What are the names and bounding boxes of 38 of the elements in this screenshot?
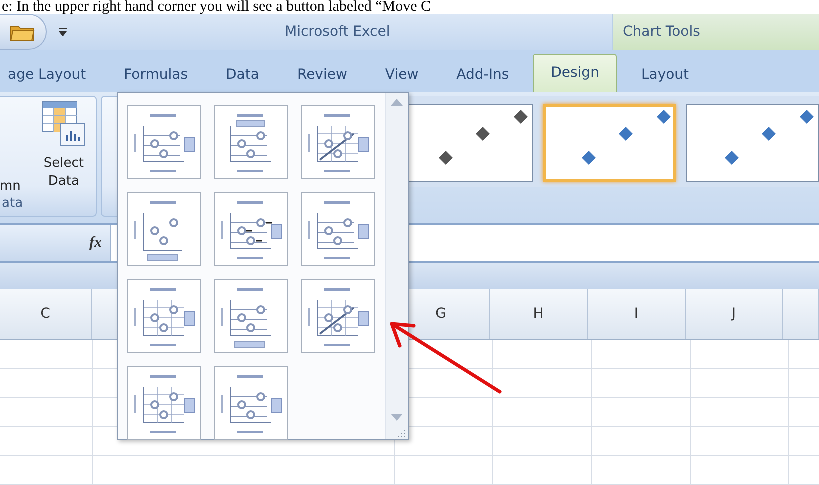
- ribbon-tab[interactable]: Data: [212, 58, 274, 92]
- cut-button-label[interactable]: mn: [0, 179, 21, 194]
- document-text: e: In the upper right hand corner you will see a button labeled “Move C: [1, 0, 432, 14]
- chart-layout-option[interactable]: [127, 192, 201, 266]
- chart-layout-option[interactable]: [214, 192, 288, 266]
- column-header[interactable]: J: [686, 289, 783, 339]
- ribbon-tab[interactable]: View: [371, 58, 433, 92]
- chart-layout-option[interactable]: [301, 192, 375, 266]
- ribbon-tab[interactable]: Add-Ins: [442, 58, 524, 92]
- ribbon-tab[interactable]: Design: [533, 54, 618, 92]
- chart-layout-option[interactable]: [301, 279, 375, 353]
- select-data-button[interactable]: Select Data: [32, 100, 95, 191]
- chart-style-option[interactable]: [686, 104, 819, 182]
- column-header[interactable]: H: [490, 289, 588, 339]
- customize-dropdown-icon[interactable]: [59, 28, 67, 36]
- ribbon-tab[interactable]: Formulas: [110, 58, 202, 92]
- chart-layout-option[interactable]: [301, 105, 375, 179]
- ribbon-tab[interactable]: Review: [283, 58, 362, 92]
- chart-layout-option[interactable]: [214, 366, 288, 440]
- chart-layout-option[interactable]: [127, 279, 201, 353]
- insert-function-button[interactable]: fx: [90, 234, 102, 252]
- context-title: Chart Tools: [623, 24, 700, 40]
- chart-layout-option[interactable]: [127, 366, 201, 440]
- office-button[interactable]: [0, 14, 47, 50]
- column-header[interactable]: I: [588, 289, 686, 339]
- group-label: ata: [1, 196, 24, 214]
- chart-layout-option[interactable]: [127, 105, 201, 179]
- chart-style-option[interactable]: [543, 104, 676, 182]
- ribbon-tab[interactable]: Layout: [627, 58, 704, 92]
- chart-layout-option[interactable]: [214, 279, 288, 353]
- chart-layout-option[interactable]: [214, 105, 288, 179]
- scroll-down-icon[interactable]: [391, 414, 403, 421]
- column-header[interactable]: C: [0, 289, 92, 339]
- resize-grip-icon[interactable]: [398, 429, 406, 437]
- ribbon-tab[interactable]: age Layout: [0, 58, 100, 92]
- table-chart-icon: [42, 100, 86, 147]
- scroll-up-icon[interactable]: [391, 99, 403, 106]
- window-title: Microsoft Excel: [285, 24, 390, 40]
